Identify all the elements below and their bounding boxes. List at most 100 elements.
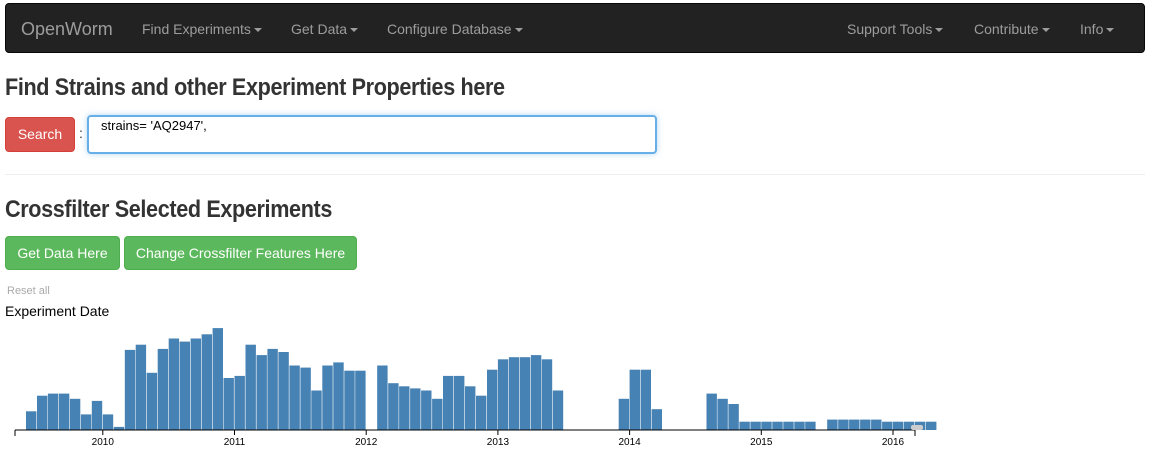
bar[interactable] [893, 421, 904, 430]
bar[interactable] [651, 409, 662, 430]
bar[interactable] [234, 375, 245, 430]
bar[interactable] [926, 421, 937, 430]
bar[interactable] [333, 362, 344, 430]
bar[interactable] [860, 419, 871, 430]
bar[interactable] [750, 421, 761, 430]
bar[interactable] [508, 357, 520, 430]
chart-title: Experiment Date [5, 303, 110, 319]
bar[interactable] [278, 352, 289, 430]
bar[interactable] [497, 359, 509, 430]
bar[interactable] [355, 370, 366, 430]
bar[interactable] [476, 395, 487, 430]
x-tick-label: 2016 [882, 437, 905, 448]
bar[interactable] [300, 367, 311, 430]
bar[interactable] [26, 411, 37, 430]
nav-configure-database-dropdown[interactable]: Configure Database [387, 4, 523, 54]
nav-support-tools-dropdown[interactable]: Support Tools [847, 4, 944, 54]
bar[interactable] [454, 375, 465, 430]
bar[interactable] [201, 334, 212, 430]
bar[interactable] [311, 390, 322, 431]
query-input[interactable]: strains= 'AQ2947', [87, 115, 657, 154]
bar[interactable] [465, 386, 476, 430]
bar[interactable] [80, 414, 92, 430]
colon-separator: : [79, 125, 83, 141]
bar[interactable] [135, 344, 147, 430]
bar[interactable] [629, 369, 640, 430]
bar[interactable] [388, 383, 399, 430]
bar[interactable] [717, 398, 728, 430]
search-button[interactable]: Search [5, 117, 75, 152]
x-tick-label: 2013 [487, 437, 510, 448]
caret-down-icon [350, 28, 359, 33]
caret-down-icon [253, 28, 262, 33]
bar[interactable] [399, 386, 410, 430]
crossfilter-heading: Crossfilter Selected Experiments [5, 196, 333, 223]
bar[interactable] [552, 390, 564, 431]
bar[interactable] [519, 357, 531, 430]
bar[interactable] [443, 375, 454, 430]
change-features-button[interactable]: Change Crossfilter Features Here [124, 236, 357, 270]
bar[interactable] [432, 398, 443, 430]
nav-get-data-dropdown[interactable]: Get Data [291, 4, 359, 54]
bar[interactable] [706, 393, 717, 430]
bar[interactable] [783, 421, 794, 430]
brush-handle[interactable] [911, 425, 923, 430]
nav-contribute-dropdown[interactable]: Contribute [974, 4, 1050, 54]
bar[interactable] [267, 348, 278, 430]
bar[interactable] [322, 365, 333, 431]
get-data-button[interactable]: Get Data Here [5, 236, 120, 270]
bar[interactable] [212, 328, 223, 430]
bar[interactable] [91, 400, 103, 430]
bar[interactable] [640, 369, 651, 430]
bar[interactable] [157, 348, 169, 430]
bar[interactable] [772, 421, 783, 430]
bar[interactable] [882, 421, 893, 430]
bar[interactable] [223, 378, 234, 430]
caret-down-icon [1106, 28, 1115, 33]
bar[interactable] [871, 419, 882, 430]
bars-group [26, 328, 937, 431]
bar[interactable] [102, 414, 114, 430]
search-heading: Find Strains and other Experiment Proper… [5, 74, 505, 101]
bar[interactable] [739, 421, 750, 430]
bar[interactable] [849, 419, 860, 430]
bar[interactable] [838, 419, 849, 430]
bar[interactable] [421, 390, 432, 431]
caret-down-icon [935, 28, 944, 33]
bar[interactable] [344, 370, 355, 430]
nav-find-experiments-dropdown[interactable]: Find Experiments [142, 4, 262, 54]
x-tick-label: 2010 [92, 437, 115, 448]
bar[interactable] [805, 421, 816, 430]
bar[interactable] [190, 338, 201, 431]
bar[interactable] [69, 398, 81, 430]
navbar: OpenWorm Find Experiments Get Data Confi… [5, 3, 1145, 53]
nav-info-dropdown[interactable]: Info [1080, 4, 1115, 54]
bar[interactable] [761, 421, 772, 430]
reset-all-link[interactable]: Reset all [7, 285, 50, 297]
bar[interactable] [146, 372, 158, 430]
nav-label: Configure Database [387, 21, 512, 37]
bar[interactable] [289, 365, 300, 431]
bar[interactable] [728, 404, 739, 430]
brand-link[interactable]: OpenWorm [21, 4, 113, 54]
bar[interactable] [256, 355, 267, 430]
x-axis: 2010 2011 2012 2013 2014 2015 2016 [14, 429, 916, 448]
bar[interactable] [410, 388, 421, 430]
bar[interactable] [58, 393, 70, 430]
bar[interactable] [124, 349, 136, 430]
bar[interactable] [47, 393, 59, 430]
bar[interactable] [530, 355, 542, 430]
bar[interactable] [179, 341, 190, 430]
divider [5, 174, 1145, 175]
bar[interactable] [245, 344, 256, 430]
x-tick-label: 2012 [355, 437, 378, 448]
bar[interactable] [487, 369, 498, 430]
experiment-date-chart[interactable]: 2010 2011 2012 2013 2014 2015 2016 [0, 320, 940, 454]
bar[interactable] [827, 419, 838, 430]
bar[interactable] [37, 395, 48, 430]
bar[interactable] [794, 421, 805, 430]
bar[interactable] [168, 338, 180, 431]
bar[interactable] [618, 398, 630, 430]
bar[interactable] [541, 359, 553, 430]
bar[interactable] [377, 365, 388, 431]
